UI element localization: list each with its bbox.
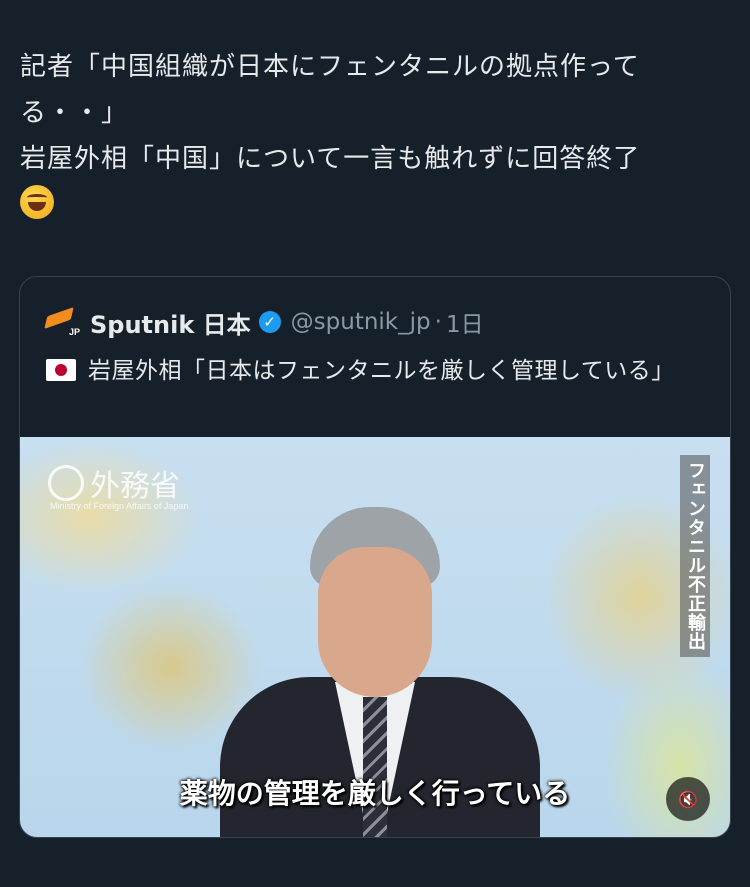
post-time[interactable]: 1日 <box>446 305 484 339</box>
post-text-line-1: 記者「中国組織が日本にフェンタニルの拠点作って <box>20 52 640 82</box>
quoted-post-card[interactable]: JP Sputnik 日本 ✓ @sputnik_jp · 1日 岩屋外相「日本… <box>19 276 731 838</box>
rolling-on-floor-laughing-icon <box>20 185 54 219</box>
quoted-post-text-body: 岩屋外相「日本はフェンタニルを厳しく管理している」 <box>88 358 675 384</box>
post-text: 記者「中国組織が日本にフェンタニルの拠点作って る・・」 岩屋外相「中国」につい… <box>20 44 720 228</box>
sputnik-logo-icon[interactable]: JP <box>44 307 80 337</box>
japan-flag-icon <box>46 359 76 381</box>
quoted-post-text: 岩屋外相「日本はフェンタニルを厳しく管理している」 <box>46 353 706 389</box>
verified-badge-icon: ✓ <box>258 311 281 333</box>
mute-button[interactable]: 🔇 <box>666 777 710 821</box>
separator-dot: · <box>434 309 442 335</box>
post-text-line-2: る・・」 <box>20 98 129 128</box>
post-text-line-3: 岩屋外相「中国」について一言も触れずに回答終了 <box>20 144 641 174</box>
speaker-muted-icon: 🔇 <box>678 789 698 809</box>
quoted-post-header: JP Sputnik 日本 ✓ @sputnik_jp · 1日 <box>44 305 484 340</box>
video-subtitle: 薬物の管理を厳しく行っている <box>179 777 571 810</box>
ministry-seal-icon <box>48 465 84 501</box>
video-media[interactable]: 外務省 Ministry of Foreign Affairs of Japan… <box>20 437 730 837</box>
author-name[interactable]: Sputnik 日本 <box>90 305 251 340</box>
vertical-caption: フェンタニル不正輸出 <box>680 455 710 657</box>
author-handle[interactable]: @sputnik_jp <box>291 309 431 335</box>
ministry-logo: 外務省 <box>48 461 180 505</box>
ministry-sub-text: Ministry of Foreign Affairs of Japan <box>50 501 189 511</box>
